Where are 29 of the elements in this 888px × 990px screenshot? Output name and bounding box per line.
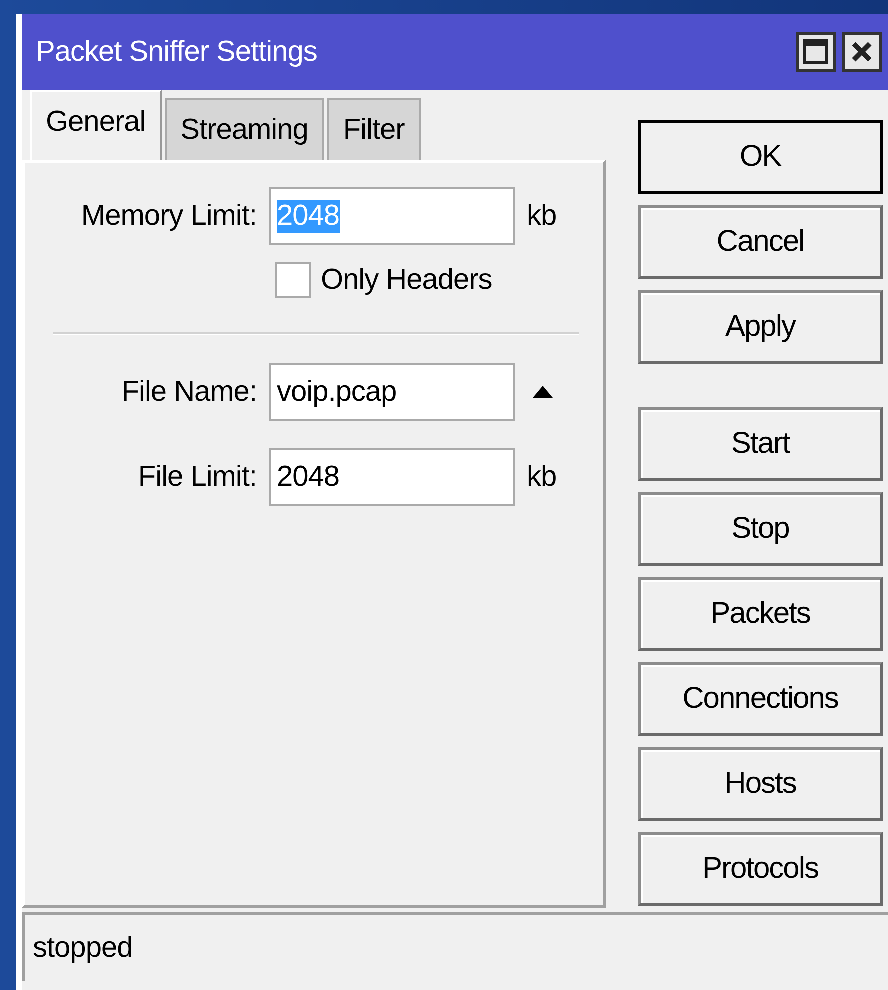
window-title: Packet Sniffer Settings	[36, 36, 318, 68]
close-icon[interactable]	[842, 32, 882, 72]
tab[interactable]: Filter	[327, 98, 421, 160]
checkbox[interactable]	[275, 262, 311, 298]
input-field[interactable]: 2048	[269, 448, 515, 506]
field-value: 2048	[277, 200, 340, 232]
tab[interactable]: Streaming	[164, 98, 324, 160]
collapse-arrow-icon[interactable]	[533, 386, 553, 398]
maximize-icon[interactable]	[796, 32, 836, 72]
field-label: File Name:	[120, 376, 258, 408]
field-label: File Limit:	[137, 460, 258, 494]
field-value: 2048	[277, 460, 340, 494]
dialog-button[interactable]: Apply	[638, 290, 883, 364]
tool-button[interactable]: Hosts	[638, 747, 883, 821]
tool-button[interactable]: Connections	[638, 662, 883, 736]
tool-button[interactable]: Start	[638, 407, 883, 481]
status-bar: stopped	[22, 912, 888, 981]
checkbox-label: Only Headers	[321, 264, 492, 296]
dialog-button[interactable]: Cancel	[638, 205, 883, 279]
input-field[interactable]: voip.pcap	[269, 363, 515, 421]
unit-label: kb	[527, 200, 557, 232]
field-value: voip.pcap	[277, 376, 397, 408]
tool-button[interactable]: Stop	[638, 492, 883, 566]
tool-button[interactable]: Packets	[638, 577, 883, 651]
field-label: Memory Limit:	[80, 200, 258, 232]
tab[interactable]: General	[30, 90, 162, 160]
dialog-button[interactable]: OK	[638, 120, 883, 194]
unit-label: kb	[527, 460, 557, 494]
tool-button[interactable]: Protocols	[638, 832, 883, 906]
